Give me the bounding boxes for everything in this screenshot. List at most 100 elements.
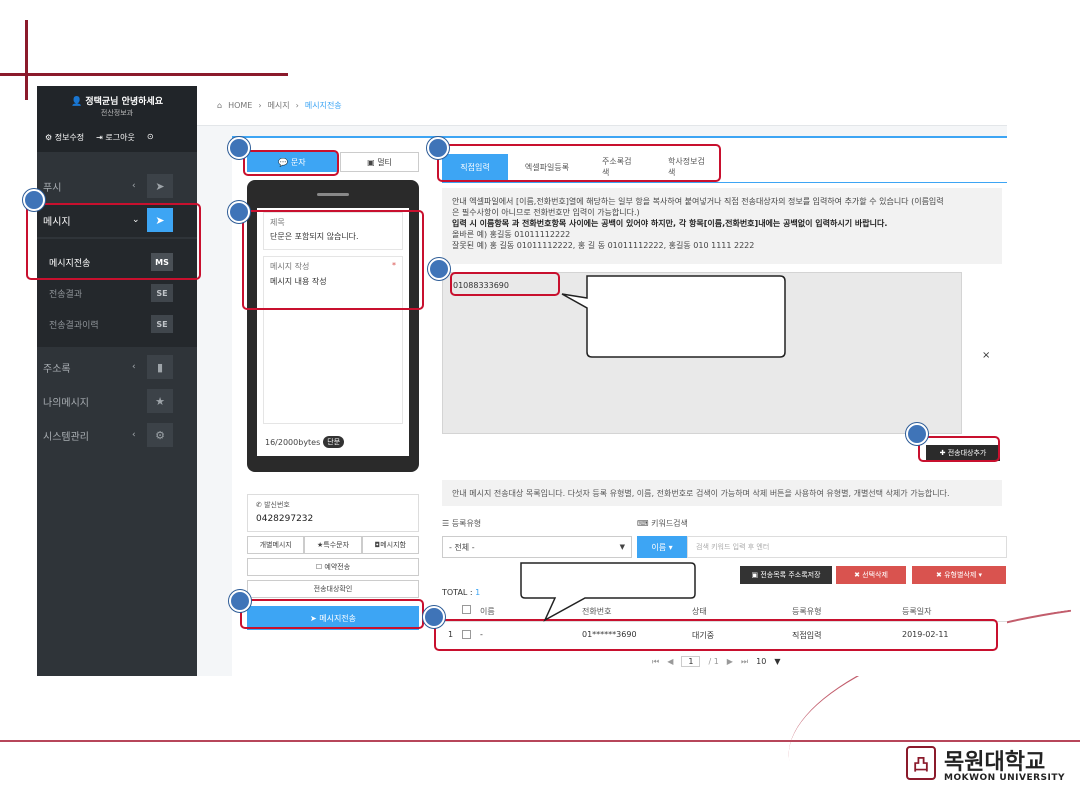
caret-down-icon: ▾ [978,571,983,579]
power-icon[interactable]: ⊙ [147,132,154,143]
tab-mms[interactable]: ▣ 멀티 [340,152,419,172]
caret-down-icon: ▼ [774,657,781,666]
list-notice: 안내 메시지 전송대상 목록입니다. 다섯자 등록 유형별, 이름, 전화번호로… [442,480,1002,506]
chevron-right-icon: › [258,101,262,110]
greeting: 👤 정택균님 안녕하세요 [71,97,163,107]
sidebar-item-address-book[interactable]: 주소록 ‹ ▮ [37,350,197,384]
breadcrumb-home[interactable]: HOME [228,101,252,110]
edit-profile-link[interactable]: ⚙ 정보수정 [45,132,84,143]
keyword-field-select[interactable]: 이름 ▾ [637,536,687,558]
image-icon: ▣ [367,157,375,167]
subitem-badge: SE [151,284,173,302]
total-label: TOTAL : [442,588,473,597]
chevron-left-icon: ‹ [132,362,136,372]
notice-line: 잘못된 예) 홍 길동 01011112222, 홍 길 동 010111122… [452,241,755,250]
sidebar-item-system[interactable]: 시스템관리 ‹ ⚙ [37,418,197,452]
subitem-label: 전송결과 [49,289,83,300]
sidebar-item-push[interactable]: 푸시 ‹ ➤ [37,169,197,203]
keyword-placeholder: 검색 키워드 입력 후 엔터 [696,543,770,551]
step-marker [23,189,45,211]
delete-selected-button[interactable]: ✖ 선택삭제 [836,566,906,584]
chevron-left-icon: ‹ [132,181,136,191]
keyboard-icon: ⌨ [637,519,649,528]
individual-label: 개별메시지 [259,541,292,549]
callout-input [561,275,786,358]
logout-link[interactable]: ⇥ 로그아웃 [96,132,135,143]
next-page-icon[interactable]: ▶ [727,657,733,666]
highlight-compose-fields [242,210,424,310]
byte-count: 16/2000bytes [265,437,321,447]
sidebar-item-label: 시스템관리 [43,431,89,443]
greeting-text: 정택균님 안녕하세요 [85,97,163,107]
sender-number[interactable]: 0428297232 [256,514,313,524]
breadcrumb-current: 메시지전송 [304,101,342,110]
caret-down-icon: ▾ [668,542,673,552]
step-marker [423,606,445,628]
select-all-checkbox[interactable] [462,605,471,614]
clear-icon[interactable]: × [982,350,990,361]
filter-type-value: - 전체 - [449,542,475,552]
sidebar-item-label: 주소록 [43,363,71,375]
reserve-send-button[interactable]: ☐ 예약전송 [247,558,419,576]
close-icon: ✖ [854,571,860,579]
highlight-sms-tab [243,150,339,176]
keyword-label: 키워드검색 [651,519,688,528]
page-input[interactable]: 1 [681,656,701,667]
delete-type-label: 유형별삭제 [944,571,977,579]
university-seal-icon: 凸 [906,746,936,780]
save-icon: ▣ [751,571,759,579]
sidebar: 👤 정택균님 안녕하세요 전산정보과 ⚙ 정보수정 ⇥ 로그아웃 ⊙ 푸시 ‹ … [37,86,197,676]
decor-line-horizontal [0,73,288,76]
step-marker [228,137,250,159]
decor-line-vertical [25,20,28,100]
column-header-name: 이름 [480,607,495,616]
byte-type-badge: 단문 [323,436,345,448]
sender-box: ✆ 발신번호 0428297232 [247,494,419,532]
total-value: 1 [475,588,481,597]
sidebar-item-my-messages[interactable]: 나의메시지 ★ [37,384,197,418]
sidebar-subitem-result[interactable]: 전송결과 SE [37,280,197,306]
sidebar-item-label: 푸시 [43,182,62,194]
message-box-button[interactable]: ◘ 메시지함 [361,536,419,554]
check-label: 전송대상확인 [313,585,353,593]
step-marker [428,258,450,280]
notice-line: 올바른 예) 홍길동 01011112222 [452,230,571,239]
keyword-field-label: 이름 [651,542,667,552]
notice-line: 은 필수사항이 아니므로 전화번호만 입력이 가능합니다.) [452,208,640,217]
book-icon: ▮ [147,355,173,379]
star-icon: ★ [147,389,173,413]
highlight-recipient-tabs [437,144,721,182]
keyword-label-row: ⌨ 키워드검색 [637,518,688,529]
reserve-label: 예약전송 [324,563,351,571]
callout-table [520,562,696,622]
sender-label-row: ✆ 발신번호 [256,500,290,510]
individual-message-button[interactable]: 개별메시지 [247,536,305,554]
breadcrumb-section[interactable]: 메시지 [268,100,290,111]
delete-selected-label: 선택삭제 [862,571,888,579]
delete-by-type-button[interactable]: ✖ 유형별삭제 ▾ [912,566,1006,584]
step-marker [427,137,449,159]
checkbox-icon: ☐ [315,563,323,571]
special-char-button[interactable]: ★ 특수문자 [304,536,362,554]
subitem-badge: SE [151,315,173,333]
department: 전산정보과 [100,109,134,117]
check-recipients-button[interactable]: 전송대상확인 [247,580,419,598]
caret-down-icon: ▼ [619,543,625,551]
prev-page-icon[interactable]: ◀ [667,657,673,666]
page-size-select[interactable]: 10 [756,657,766,666]
filter-type-label: 등록유형 [451,519,482,528]
filter-type-select[interactable]: - 전체 - ▼ [442,536,632,558]
last-page-icon[interactable]: ⏭ [741,657,748,667]
step-marker [229,590,251,612]
save-to-address-button[interactable]: ▣ 전송목록 주소록저장 [740,566,832,584]
step-marker [906,423,928,445]
tab-mms-label: 멀티 [377,157,392,167]
gear-icon: ⚙ [45,133,53,142]
sidebar-subitem-history[interactable]: 전송결과이력 SE [37,311,197,337]
total-count: TOTAL : 1 [442,588,480,597]
step-marker [228,201,250,223]
breadcrumb: ⌂ HOME › 메시지 › 메시지전송 [197,86,1007,126]
edit-profile-label: 정보수정 [54,133,85,142]
first-page-icon[interactable]: ⏮ [652,657,659,667]
keyword-search-input[interactable]: 검색 키워드 입력 후 엔터 [687,536,1007,558]
